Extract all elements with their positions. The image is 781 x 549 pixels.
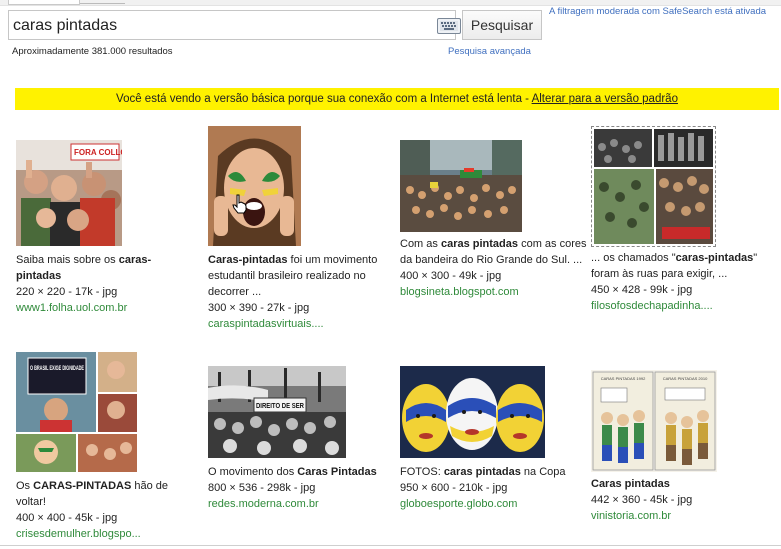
- caption-4-pre: ... os chamados ": [591, 252, 676, 264]
- caption-6-bold: Caras Pintadas: [297, 466, 377, 478]
- caption-7-dims: 950 × 600 - 210k - jpg: [400, 482, 508, 494]
- caption-6-site[interactable]: redes.moderna.com.br: [208, 496, 388, 512]
- thumb-5-sign-text: O BRASIL EXIGE DIGNIDADE: [30, 365, 84, 372]
- caption-3-dims: 400 × 300 - 49k - jpg: [400, 270, 502, 282]
- image-caption-4: ... os chamados "caras-pintadas" foram à…: [591, 250, 761, 314]
- caption-2-site[interactable]: caraspintadasvirtuais....: [208, 316, 386, 332]
- thumb-1-sign-text: FORA COLLOR: [74, 148, 122, 157]
- results-count: Aproximadamente 381.000 resultados: [12, 46, 173, 57]
- caption-3-pre: Com as: [400, 238, 441, 250]
- slow-connection-banner: Você está vendo a versão básica porque s…: [15, 88, 779, 110]
- caption-3-bold: caras pintadas: [440, 238, 519, 250]
- image-caption-8: Caras pintadas 442 × 360 - 45k - jpg vin…: [591, 476, 761, 524]
- image-caption-3: Com as caras pintadas com as cores da ba…: [400, 236, 590, 300]
- caption-4-site[interactable]: filosofosdechapadinha....: [591, 298, 761, 314]
- caption-4-dims: 450 × 428 - 99k - jpg: [591, 284, 693, 296]
- caption-2-dims: 300 × 390 - 27k - jpg: [208, 302, 310, 314]
- bottom-divider: [0, 545, 781, 546]
- comic-title-right: CARAS PINTADAS 2010: [663, 376, 708, 381]
- caption-8-bold: Caras pintadas: [591, 478, 670, 490]
- caption-1-text: Saiba mais sobre os: [16, 254, 119, 266]
- search-button[interactable]: Pesquisar: [462, 10, 542, 40]
- caption-5-pre: Os: [16, 480, 34, 492]
- caption-5-bold: CARAS-PINTADAS: [33, 480, 132, 492]
- image-caption-2: Caras-pintadas foi um movimento estudant…: [208, 252, 386, 332]
- image-thumb-1[interactable]: FORA COLLOR: [16, 140, 122, 246]
- caption-7-text: na Copa: [520, 466, 566, 478]
- caption-5-site[interactable]: crisesdemulher.blogspo...: [16, 526, 196, 542]
- keyboard-icon[interactable]: [437, 18, 461, 34]
- advanced-search-link[interactable]: Pesquisa avançada: [448, 46, 531, 57]
- caption-2-bold: Caras-pintadas: [208, 254, 288, 266]
- top-strip-box: [8, 0, 80, 5]
- image-thumb-2[interactable]: [208, 126, 301, 246]
- caption-4-bold: caras-pintadas: [675, 252, 754, 264]
- image-caption-7: FOTOS: caras pintadas na Copa 950 × 600 …: [400, 464, 580, 512]
- image-thumb-6[interactable]: DIREITO DE SER: [208, 366, 346, 458]
- switch-version-link[interactable]: Alterar para a versão padrão: [532, 93, 678, 105]
- caption-3-site[interactable]: blogsineta.blogspot.com: [400, 284, 590, 300]
- comic-title-left: CARAS PINTADAS 1992: [601, 376, 646, 381]
- caption-8-dims: 442 × 360 - 45k - jpg: [591, 494, 693, 506]
- top-strip-line: [80, 3, 125, 4]
- caption-1-dims: 220 × 220 - 17k - jpg: [16, 286, 118, 298]
- search-input[interactable]: [13, 15, 417, 37]
- image-thumb-3[interactable]: [400, 140, 522, 232]
- image-caption-5: Os CARAS-PINTADAS hão de voltar! 400 × 4…: [16, 478, 196, 542]
- image-thumb-7[interactable]: [400, 366, 545, 458]
- caption-7-pre: FOTOS:: [400, 466, 444, 478]
- caption-7-bold: caras pintadas: [443, 466, 521, 478]
- caption-8-site[interactable]: vinistoria.com.br: [591, 508, 761, 524]
- image-caption-1: Saiba mais sobre os caras-pintadas 220 ×…: [16, 252, 171, 316]
- caption-5-dims: 400 × 400 - 45k - jpg: [16, 512, 118, 524]
- safesearch-link[interactable]: A filtragem moderada com SafeSearch está…: [549, 6, 774, 18]
- image-thumb-4[interactable]: [591, 126, 716, 247]
- caption-6-pre: O movimento dos: [208, 466, 298, 478]
- image-thumb-8[interactable]: CARAS PINTADAS 1992 CARAS PINTADAS 2010: [591, 370, 717, 472]
- banner-text: Você está vendo a versão básica porque s…: [116, 93, 532, 105]
- caption-1-site[interactable]: www1.folha.uol.com.br: [16, 300, 171, 316]
- caption-7-site[interactable]: globoesporte.globo.com: [400, 496, 580, 512]
- image-caption-6: O movimento dos Caras Pintadas 800 × 536…: [208, 464, 388, 512]
- hand-cursor-icon: [232, 194, 248, 219]
- image-thumb-5[interactable]: O BRASIL EXIGE DIGNIDADE: [16, 352, 137, 472]
- thumb-6-banner-text: DIREITO DE SER: [256, 403, 304, 410]
- caption-6-dims: 800 × 536 - 298k - jpg: [208, 482, 316, 494]
- search-box[interactable]: [8, 10, 461, 40]
